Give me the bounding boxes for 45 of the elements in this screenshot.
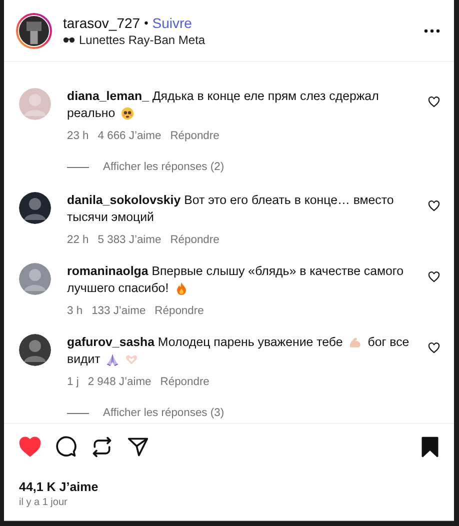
more-options-icon[interactable] bbox=[424, 28, 440, 32]
reply-link[interactable]: Répondre bbox=[170, 130, 220, 142]
likes-count[interactable]: 4 666 J’aime bbox=[98, 130, 162, 142]
reply-link[interactable]: Répondre bbox=[154, 305, 204, 317]
comment-time: 23 h bbox=[67, 130, 89, 142]
folded-hands-emoji-icon bbox=[106, 353, 120, 366]
comment-text: тысячи эмоций bbox=[67, 209, 154, 226]
subtitle: Lunettes Ray-Ban Meta bbox=[79, 32, 206, 46]
post-likes-count[interactable]: 44,1 K J’aime bbox=[19, 480, 439, 494]
comment-text: danila_sokolovskiy Вот это его блеать в конце… вместо bbox=[67, 192, 394, 209]
heart-icon[interactable] bbox=[428, 271, 440, 283]
comment-text: diana_leman_ Дядька в конце еле прям слез сдержал bbox=[67, 88, 379, 105]
follow-link[interactable]: Suivre bbox=[152, 14, 192, 30]
bookmark-icon[interactable] bbox=[419, 436, 441, 458]
avatar[interactable] bbox=[16, 12, 52, 48]
reply-link[interactable]: Répondre bbox=[170, 234, 220, 246]
comment-text: romaninaolga Впервые слышу «блядь» в качестве самого bbox=[67, 263, 404, 280]
view-replies-link[interactable]: Afficher les réponses (3) bbox=[103, 407, 224, 419]
likes-count[interactable]: 2 948 J’aime bbox=[88, 376, 152, 388]
comment-time: 1 j bbox=[67, 376, 79, 388]
heart-hands-emoji-icon bbox=[125, 353, 138, 366]
comment-text: бог все bbox=[368, 334, 410, 351]
comment-icon[interactable] bbox=[55, 436, 77, 458]
pleading-emoji-icon bbox=[121, 107, 134, 120]
comment-text: реально bbox=[67, 105, 116, 122]
glasses-icon bbox=[63, 36, 75, 42]
comment-time: 22 h bbox=[67, 234, 89, 246]
post-date: il y a 1 jour bbox=[19, 497, 68, 508]
reply-link[interactable]: Répondre bbox=[160, 376, 210, 388]
heart-icon[interactable] bbox=[428, 342, 440, 354]
separator-dot: • bbox=[144, 16, 148, 30]
fire-emoji-icon bbox=[174, 282, 188, 295]
comment-text: лучшего спасибо! bbox=[67, 280, 169, 297]
heart-icon[interactable] bbox=[428, 96, 440, 108]
username[interactable]: tarasov_727 bbox=[63, 14, 140, 30]
likes-count[interactable]: 5 383 J’aime bbox=[98, 234, 162, 246]
heart-icon[interactable] bbox=[428, 200, 440, 212]
repost-icon[interactable] bbox=[91, 436, 113, 458]
send-icon[interactable] bbox=[127, 436, 149, 458]
likes-count[interactable]: 133 J’aime bbox=[92, 305, 146, 317]
comment-text: gafurov_sasha Молодец парень уважение тебе bbox=[67, 334, 343, 351]
comment-text: видит bbox=[67, 351, 100, 368]
view-replies-link[interactable]: Afficher les réponses (2) bbox=[103, 161, 224, 173]
flexed-arm-emoji-icon bbox=[348, 336, 362, 349]
comment-time: 3 h bbox=[67, 305, 83, 317]
